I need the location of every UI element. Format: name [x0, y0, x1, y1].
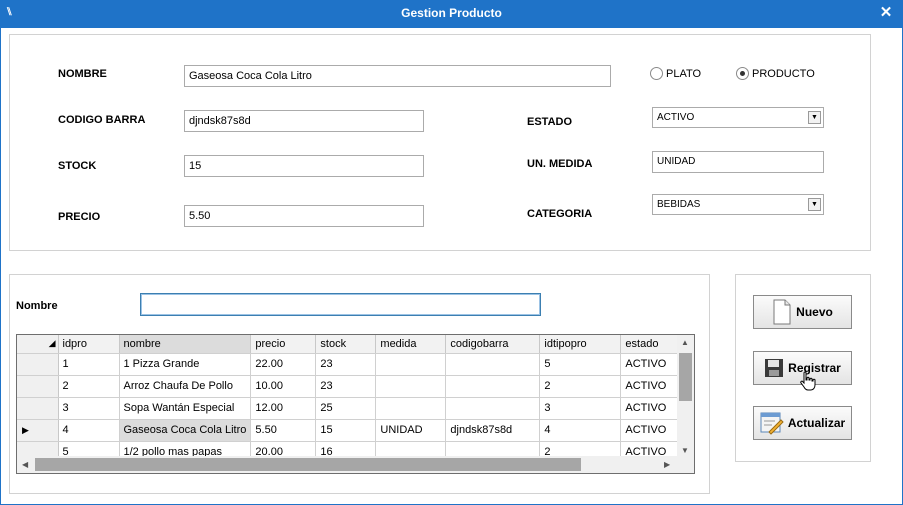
cell-idpro[interactable]: 4: [58, 419, 120, 442]
actualizar-button[interactable]: Actualizar: [753, 406, 852, 440]
radio-plato-label: PLATO: [666, 67, 702, 80]
cell-nombre[interactable]: 1 Pizza Grande: [119, 353, 252, 376]
un-medida-field[interactable]: UNIDAD: [652, 151, 824, 173]
grid-corner[interactable]: ◢: [17, 335, 59, 354]
column-header-stock[interactable]: stock: [315, 335, 377, 354]
scroll-left-arrow-icon[interactable]: ◀: [22, 460, 28, 469]
radio-plato[interactable]: PLATO: [650, 67, 701, 80]
table-row[interactable]: 3 Sopa Wantán Especial 12.00 25 3 ACTIVO: [17, 397, 692, 420]
scroll-up-arrow-icon[interactable]: ▲: [681, 338, 689, 347]
cell-nombre[interactable]: Sopa Wantán Especial: [119, 397, 252, 420]
cell-stock[interactable]: 15: [315, 419, 377, 442]
cell-nombre[interactable]: Gaseosa Coca Cola Litro: [119, 419, 252, 442]
grid-vertical-scrollbar[interactable]: ▲ ▼: [677, 335, 694, 457]
nombre-field[interactable]: Gaseosa Coca Cola Litro: [184, 65, 611, 87]
cell-precio[interactable]: 12.00: [250, 397, 317, 420]
cell-precio[interactable]: 10.00: [250, 375, 317, 398]
categoria-dropdown-arrow-icon[interactable]: ▼: [808, 198, 821, 211]
table-row[interactable]: 2 Arroz Chaufa De Pollo 10.00 23 2 ACTIV…: [17, 375, 692, 398]
stock-field[interactable]: 15: [184, 155, 424, 177]
cell-idtipopro[interactable]: 4: [539, 419, 622, 442]
cell-stock[interactable]: 25: [315, 397, 377, 420]
column-header-idtipopro[interactable]: idtipopro: [539, 335, 622, 354]
hand-cursor-icon: [800, 371, 816, 391]
column-header-idpro[interactable]: idpro: [58, 335, 120, 354]
cell-nombre[interactable]: Arroz Chaufa De Pollo: [119, 375, 252, 398]
radio-plato-circle[interactable]: [650, 67, 663, 80]
grid-header-row: ◢ idpro nombre precio stock medida codig…: [17, 335, 692, 354]
cell-stock[interactable]: 23: [315, 353, 377, 376]
column-header-codigobarra[interactable]: codigobarra: [445, 335, 541, 354]
title-bar: ⑊ Gestion Producto ✕: [0, 0, 903, 28]
cell-idpro[interactable]: 3: [58, 397, 120, 420]
column-header-precio[interactable]: precio: [250, 335, 317, 354]
estado-label: ESTADO: [527, 116, 573, 128]
table-row-current[interactable]: ▶ 4 Gaseosa Coca Cola Litro 5.50 15 UNID…: [17, 419, 692, 442]
cell-idtipopro[interactable]: 3: [539, 397, 622, 420]
cell-idpro[interactable]: 1: [58, 353, 120, 376]
cell-stock[interactable]: 23: [315, 375, 377, 398]
cell-idpro[interactable]: 2: [58, 375, 120, 398]
codigo-barra-label: CODIGO BARRA: [58, 114, 146, 126]
categoria-select-value: BEBIDAS: [657, 199, 701, 210]
edit-form-icon: [760, 412, 784, 435]
radio-producto[interactable]: PRODUCTO: [736, 67, 815, 80]
column-header-nombre[interactable]: nombre: [119, 335, 252, 354]
row-header-current[interactable]: ▶: [17, 419, 59, 442]
cell-codigobarra[interactable]: [445, 353, 541, 376]
actualizar-button-label: Actualizar: [787, 416, 846, 430]
window-client-area: NOMBRE Gaseosa Coca Cola Litro CODIGO BA…: [1, 28, 902, 504]
categoria-select[interactable]: BEBIDAS ▼: [652, 194, 824, 215]
sort-indicator-icon: ◢: [48, 338, 56, 349]
un-medida-label: UN. MEDIDA: [527, 158, 593, 170]
row-header[interactable]: [17, 397, 59, 420]
close-icon[interactable]: ✕: [878, 4, 894, 22]
cell-medida[interactable]: [375, 375, 447, 398]
cell-medida[interactable]: [375, 353, 447, 376]
cell-medida[interactable]: UNIDAD: [375, 419, 447, 442]
stock-label: STOCK: [58, 160, 97, 172]
estado-dropdown-arrow-icon[interactable]: ▼: [808, 111, 821, 124]
table-row[interactable]: 1 1 Pizza Grande 22.00 23 5 ACTIVO: [17, 353, 692, 376]
nuevo-button-label: Nuevo: [796, 305, 833, 319]
scroll-down-arrow-icon[interactable]: ▼: [681, 446, 689, 455]
cell-precio[interactable]: 5.50: [250, 419, 317, 442]
precio-field[interactable]: 5.50: [184, 205, 424, 227]
cell-precio[interactable]: 22.00: [250, 353, 317, 376]
column-header-medida[interactable]: medida: [375, 335, 447, 354]
grid-horizontal-scrollbar[interactable]: ◀ ▶: [17, 456, 694, 473]
codigo-barra-field[interactable]: djndsk87s8d: [184, 110, 424, 132]
estado-select[interactable]: ACTIVO ▼: [652, 107, 824, 128]
cell-medida[interactable]: [375, 397, 447, 420]
cell-idtipopro[interactable]: 2: [539, 375, 622, 398]
floppy-disk-icon: [765, 359, 784, 377]
document-icon: [773, 299, 791, 325]
nuevo-button[interactable]: Nuevo: [753, 295, 852, 329]
horizontal-scroll-thumb[interactable]: [35, 458, 581, 471]
categoria-label: CATEGORIA: [527, 208, 593, 220]
radio-producto-label: PRODUCTO: [752, 67, 815, 80]
vertical-scroll-thumb[interactable]: [679, 353, 692, 401]
scroll-right-arrow-icon[interactable]: ▶: [664, 460, 670, 469]
cell-idtipopro[interactable]: 5: [539, 353, 622, 376]
current-row-indicator-icon: ▶: [22, 424, 29, 435]
products-table: ◢ idpro nombre precio stock medida codig…: [17, 335, 692, 464]
window-title: Gestion Producto: [401, 6, 502, 20]
precio-label: PRECIO: [58, 211, 101, 223]
row-header[interactable]: [17, 353, 59, 376]
estado-select-value: ACTIVO: [657, 112, 695, 123]
row-header[interactable]: [17, 375, 59, 398]
search-nombre-input[interactable]: [140, 293, 541, 316]
products-grid[interactable]: ◢ idpro nombre precio stock medida codig…: [16, 334, 695, 474]
nombre-label: NOMBRE: [58, 68, 107, 80]
product-form-group: NOMBRE Gaseosa Coca Cola Litro CODIGO BA…: [9, 34, 871, 251]
search-nombre-label: Nombre: [16, 300, 58, 312]
cell-codigobarra[interactable]: [445, 375, 541, 398]
cell-codigobarra[interactable]: [445, 397, 541, 420]
radio-producto-circle[interactable]: [736, 67, 749, 80]
cell-codigobarra[interactable]: djndsk87s8d: [445, 419, 541, 442]
